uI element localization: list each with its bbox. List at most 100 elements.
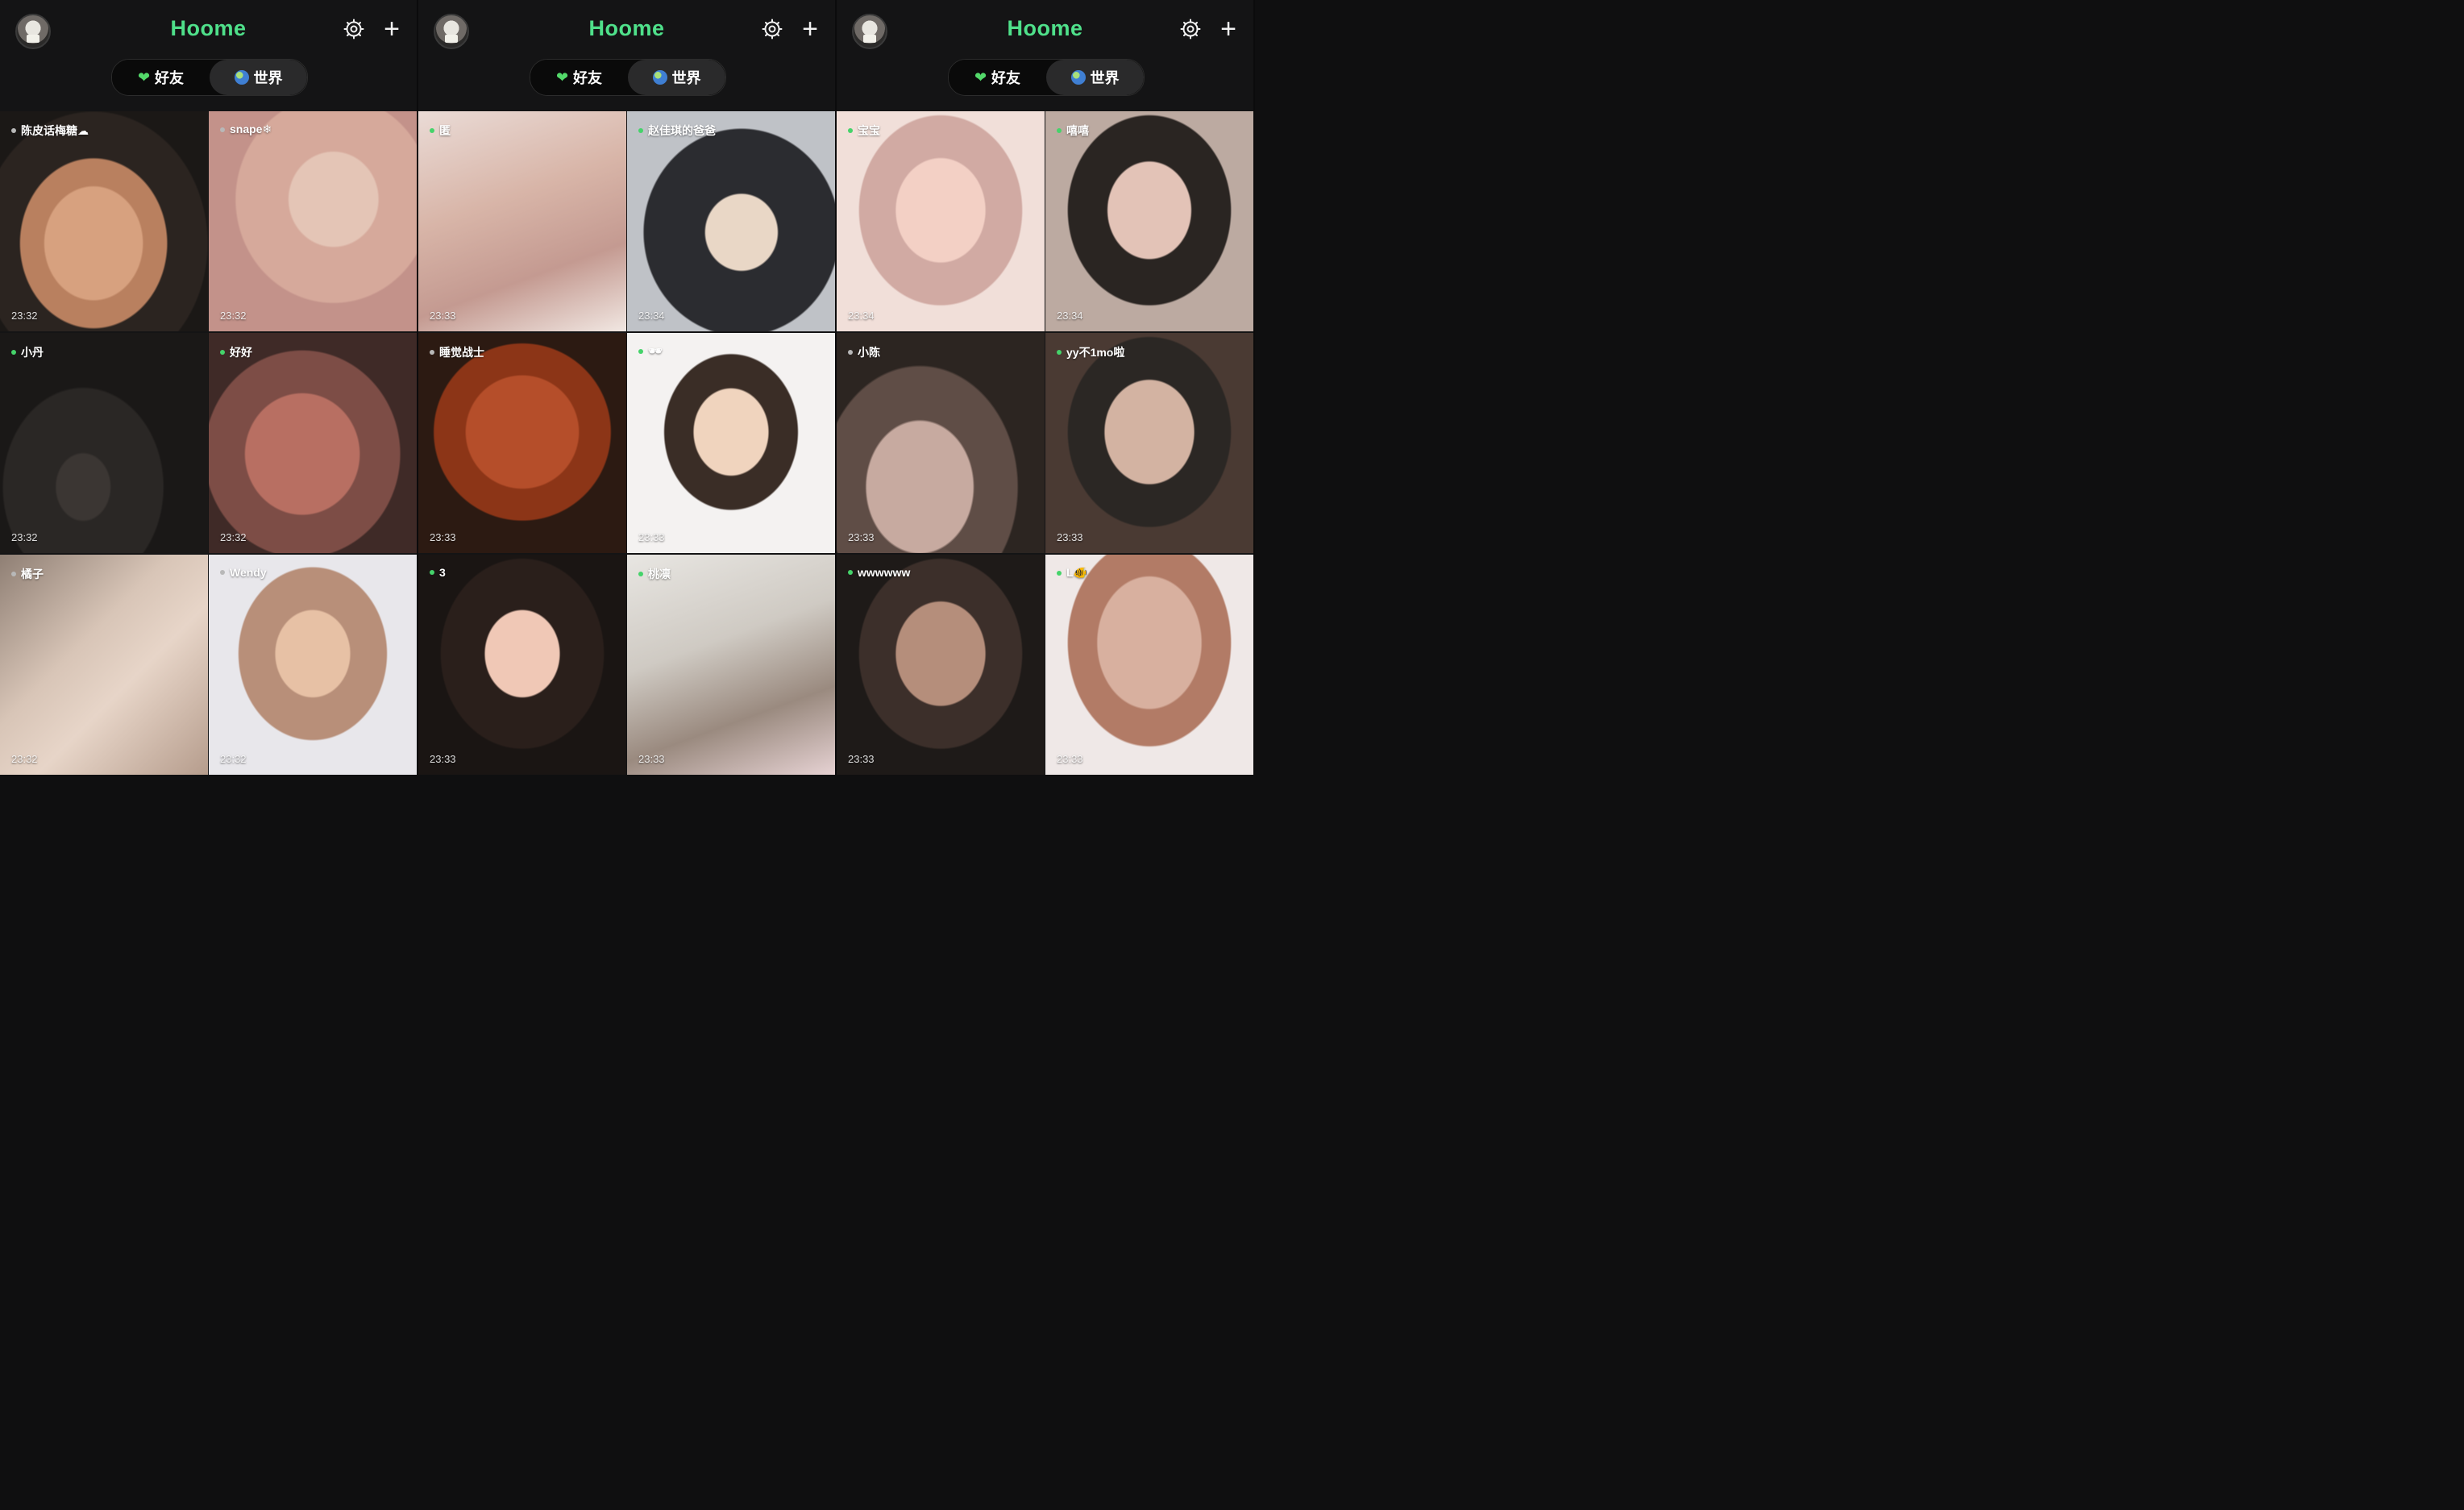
friends-grid: 匿 23:33 赵佳琪的爸爸 23:34 睡觉战士 23:33 🕶 23:33 … [418, 111, 835, 775]
tile-time: 23:33 [1057, 531, 1083, 543]
friend-tile[interactable]: snape❄ 23:32 [209, 111, 417, 331]
friend-tile[interactable]: 宝宝 23:34 [837, 111, 1045, 331]
tile-time: 23:32 [220, 753, 247, 765]
status-dot [430, 570, 434, 575]
tile-name: snape❄ [220, 123, 272, 136]
status-dot [638, 128, 643, 133]
tile-time: 23:33 [430, 753, 456, 765]
status-dot [430, 350, 434, 355]
tile-name: 宝宝 [848, 123, 880, 139]
tile-name-text: wwwwww [858, 566, 911, 579]
friend-tile[interactable]: 橘子 23:32 [0, 555, 208, 775]
friend-tile[interactable]: 好好 23:32 [209, 333, 417, 553]
status-dot [848, 350, 853, 355]
status-dot [1057, 570, 1062, 576]
tile-time: 23:33 [848, 753, 875, 765]
plus-icon: + [802, 14, 818, 44]
gear-icon [1180, 19, 1201, 40]
friend-tile[interactable]: 睡觉战士 23:33 [418, 333, 626, 553]
tile-name-text: 3 [439, 566, 446, 579]
tile-name-text: L🐠 [1066, 566, 1087, 579]
settings-button[interactable] [341, 16, 367, 42]
tab-world[interactable]: 世界 [210, 60, 307, 95]
settings-button[interactable] [759, 16, 785, 42]
friends-grid: 陈皮话梅糖☁ 23:32 snape❄ 23:32 小丹 23:32 好好 23… [0, 111, 417, 775]
tab-switcher: ❤ 好友 世界 [111, 59, 308, 96]
heart-icon: ❤ [974, 69, 987, 85]
status-dot [11, 128, 16, 133]
tile-name: 橘子 [11, 566, 44, 582]
tile-name-text: 桃凛 [648, 568, 671, 580]
tile-time: 23:33 [848, 531, 875, 543]
tile-name-text: 匿 [439, 124, 451, 137]
tile-name-text: 小丹 [21, 346, 44, 359]
add-button[interactable]: + [797, 14, 823, 44]
tile-name-text: Wendy [230, 566, 267, 579]
status-dot [848, 570, 853, 575]
tile-name-text: snape❄ [230, 123, 272, 135]
tab-switcher: ❤ 好友 世界 [530, 59, 726, 96]
tile-name-text: 陈皮话梅糖☁ [21, 124, 89, 137]
tile-name: wwwwww [848, 566, 910, 579]
tile-time: 23:33 [430, 310, 456, 322]
friend-tile[interactable]: 小丹 23:32 [0, 333, 208, 553]
tile-time: 23:33 [638, 753, 665, 765]
tab-world[interactable]: 世界 [628, 60, 725, 95]
status-dot [220, 570, 225, 575]
tab-switcher: ❤ 好友 世界 [948, 59, 1145, 96]
friend-tile[interactable]: 嘻嘻 23:34 [1045, 111, 1253, 331]
tile-time: 23:32 [11, 531, 38, 543]
friend-tile[interactable]: L🐠 23:33 [1045, 555, 1253, 775]
tab-friends[interactable]: ❤ 好友 [949, 60, 1046, 95]
friend-tile[interactable]: 小陈 23:33 [837, 333, 1045, 553]
friends-grid: 宝宝 23:34 嘻嘻 23:34 小陈 23:33 yy不1mo啦 23:33… [837, 111, 1253, 775]
friend-tile[interactable]: Wendy 23:32 [209, 555, 417, 775]
tile-time: 23:34 [638, 310, 665, 322]
tab-friends[interactable]: ❤ 好友 [530, 60, 628, 95]
friend-tile[interactable]: 陈皮话梅糖☁ 23:32 [0, 111, 208, 331]
tile-name: 嘻嘻 [1057, 123, 1089, 139]
add-button[interactable]: + [1215, 15, 1241, 43]
tile-name: 桃凛 [638, 566, 671, 582]
heart-icon: ❤ [555, 69, 569, 85]
tile-name-text: yy不1mo啦 [1066, 346, 1125, 359]
tile-name: 匿 [430, 123, 451, 139]
top-bar: Hoome + ❤ 好友 世界 [0, 0, 417, 111]
status-dot [220, 350, 225, 355]
tile-name: 陈皮话梅糖☁ [11, 123, 89, 139]
add-button[interactable]: + [379, 14, 405, 44]
tab-world-label: 世界 [671, 70, 701, 86]
tile-name: 赵佳琪的爸爸 [638, 123, 716, 139]
friend-tile[interactable]: 🕶 23:33 [627, 333, 835, 553]
tab-world-label: 世界 [1090, 70, 1120, 86]
tile-name: 睡觉战士 [430, 344, 484, 360]
status-dot [430, 128, 434, 133]
tab-friends-label: 好友 [991, 70, 1021, 86]
friend-tile[interactable]: 3 23:33 [418, 555, 626, 775]
gear-icon [343, 19, 364, 40]
tile-time: 23:33 [430, 531, 456, 543]
tab-world[interactable]: 世界 [1046, 60, 1144, 95]
tile-name: 小陈 [848, 344, 880, 360]
status-dot [11, 350, 16, 355]
tab-friends[interactable]: ❤ 好友 [112, 60, 210, 95]
status-dot [1057, 128, 1062, 133]
tile-name-text: 橘子 [21, 568, 44, 580]
app-screen-2: Hoome + ❤ 好友 世界 匿 23:33 赵佳琪的爸爸 23:34 睡觉战… [418, 0, 835, 775]
tile-name: 🕶 [638, 344, 663, 358]
tile-time: 23:32 [11, 753, 38, 765]
tile-time: 23:34 [848, 310, 875, 322]
tile-name: Wendy [220, 566, 267, 579]
friend-tile[interactable]: yy不1mo啦 23:33 [1045, 333, 1253, 553]
plus-icon: + [384, 14, 400, 44]
tile-name: 小丹 [11, 344, 44, 360]
status-dot [220, 127, 225, 132]
tile-time: 23:32 [220, 531, 247, 543]
friend-tile[interactable]: wwwwww 23:33 [837, 555, 1045, 775]
settings-button[interactable] [1178, 16, 1203, 42]
friend-tile[interactable]: 桃凛 23:33 [627, 555, 835, 775]
friend-tile[interactable]: 匿 23:33 [418, 111, 626, 331]
heart-icon: ❤ [137, 69, 151, 85]
friend-tile[interactable]: 赵佳琪的爸爸 23:34 [627, 111, 835, 331]
top-bar: Hoome + ❤ 好友 世界 [837, 0, 1253, 111]
